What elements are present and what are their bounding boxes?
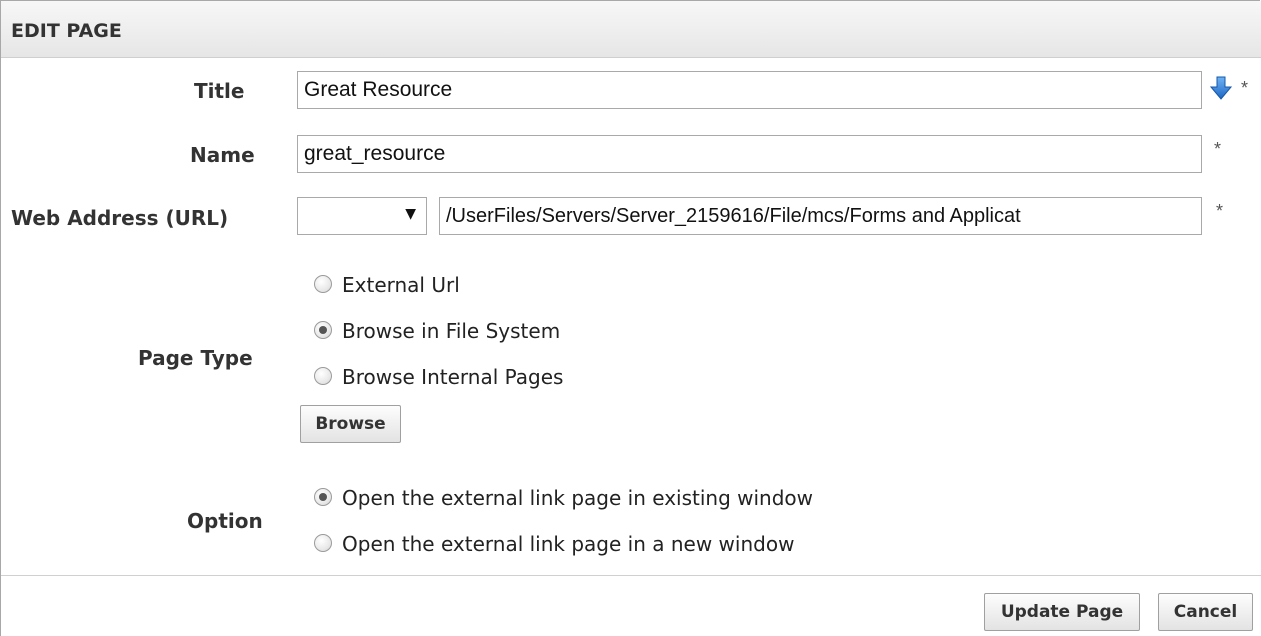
title-required-mark: *: [1241, 78, 1249, 98]
radio-external-url[interactable]: [314, 275, 332, 293]
radio-label-new-window: Open the external link page in a new win…: [342, 532, 795, 556]
arrow-down-icon[interactable]: [1210, 76, 1232, 100]
edit-page-panel: EDIT PAGE Title Great Resource * Name gr…: [0, 0, 1261, 636]
panel-header: EDIT PAGE: [1, 1, 1261, 58]
radio-file-system[interactable]: [314, 321, 332, 339]
footer-divider: [1, 575, 1261, 576]
radio-label-internal-pages: Browse Internal Pages: [342, 365, 564, 389]
name-input[interactable]: great_resource: [297, 135, 1202, 173]
url-input[interactable]: /UserFiles/Servers/Server_2159616/File/m…: [439, 197, 1202, 235]
option-label: Option: [187, 509, 263, 533]
radio-label-external-url: External Url: [342, 273, 460, 297]
update-page-button[interactable]: Update Page: [984, 593, 1140, 631]
panel-title: EDIT PAGE: [11, 20, 122, 42]
cancel-button[interactable]: Cancel: [1158, 593, 1253, 631]
radio-existing-window[interactable]: [314, 488, 332, 506]
name-label: Name: [190, 143, 255, 167]
url-label: Web Address (URL): [11, 206, 229, 230]
radio-label-existing-window: Open the external link page in existing …: [342, 486, 814, 510]
url-required-mark: *: [1216, 201, 1224, 221]
radio-new-window[interactable]: [314, 534, 332, 552]
url-protocol-select[interactable]: ▼: [297, 197, 427, 235]
caret-down-icon: ▼: [405, 206, 416, 222]
radio-label-file-system: Browse in File System: [342, 319, 561, 343]
browse-button[interactable]: Browse: [300, 405, 401, 443]
title-input[interactable]: Great Resource: [297, 71, 1202, 109]
page-type-label: Page Type: [138, 346, 253, 370]
radio-internal-pages[interactable]: [314, 367, 332, 385]
title-label: Title: [194, 79, 245, 103]
name-required-mark: *: [1214, 139, 1222, 159]
